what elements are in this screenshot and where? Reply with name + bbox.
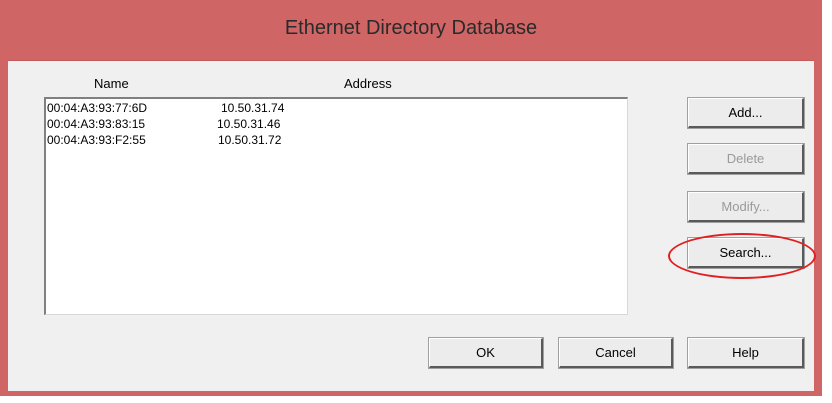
help-button-label: Help [732,345,759,360]
modify-button-label: Modify... [721,199,770,214]
add-button-label: Add... [728,105,763,120]
list-item-name: 00:04:A3:93:77:6D [47,101,148,115]
list-item[interactable]: 00:04:A3:93:F2:55 10.50.31.72 [46,133,627,148]
dialog-title: Ethernet Directory Database [284,17,538,39]
search-button-label: Search... [719,245,772,260]
ok-button-label: OK [476,345,495,360]
list-item-name: 00:04:A3:93:83:15 [47,117,146,131]
help-button[interactable]: Help [687,337,805,369]
directory-listbox[interactable]: 00:04:A3:93:77:6D 10.50.31.74 00:04:A3:9… [44,97,628,315]
list-item-address: 10.50.31.46 [217,117,281,131]
modify-button[interactable]: Modify... [687,191,805,223]
list-item-address: 10.50.31.74 [221,101,285,115]
list-item-name: 00:04:A3:93:F2:55 [47,133,146,147]
ok-button[interactable]: OK [428,337,544,369]
cancel-button-label: Cancel [595,345,636,360]
column-header-address: Address [344,76,392,91]
column-header-name: Name [94,76,129,91]
search-button[interactable]: Search... [687,237,805,269]
dialog-client-area: Name Address 00:04:A3:93:77:6D 10.50.31.… [8,60,816,391]
delete-button[interactable]: Delete [687,143,805,175]
add-button[interactable]: Add... [687,97,805,129]
list-item[interactable]: 00:04:A3:93:77:6D 10.50.31.74 [46,101,627,116]
cancel-button[interactable]: Cancel [558,337,674,369]
dialog-window: Ethernet Directory Database Name Address… [0,0,822,396]
delete-button-label: Delete [726,151,765,166]
title-bar[interactable]: Ethernet Directory Database [0,0,822,60]
list-item[interactable]: 00:04:A3:93:83:15 10.50.31.46 [46,117,627,132]
list-item-address: 10.50.31.72 [218,133,282,147]
